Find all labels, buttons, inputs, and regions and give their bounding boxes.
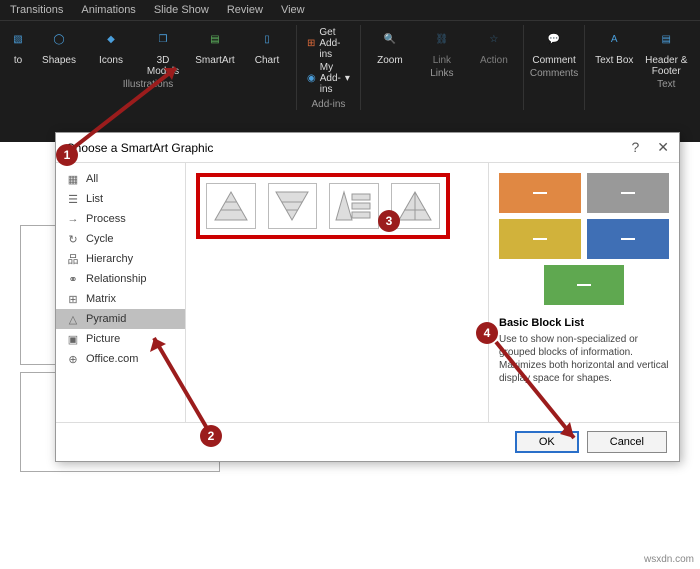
preview-block bbox=[587, 219, 669, 259]
annotation-4: 4 bbox=[476, 322, 498, 344]
chart-icon: ▯ bbox=[253, 25, 281, 53]
list-icon: ☰ bbox=[66, 192, 80, 206]
textbox-button[interactable]: AText Box bbox=[591, 25, 637, 77]
arrow-1 bbox=[68, 62, 188, 152]
layout-pyramid-list[interactable] bbox=[329, 183, 379, 229]
cat-process[interactable]: →Process bbox=[56, 209, 185, 229]
link-icon: ⛓ bbox=[428, 25, 456, 53]
link-button[interactable]: ⛓Link bbox=[419, 25, 465, 66]
action-icon: ☆ bbox=[480, 25, 508, 53]
matrix-icon: ⊞ bbox=[66, 292, 80, 306]
get-addins-button[interactable]: ⊞Get Add-ins bbox=[307, 27, 350, 60]
tab-transitions[interactable]: Transitions bbox=[10, 4, 63, 16]
cat-hierarchy[interactable]: 品Hierarchy bbox=[56, 249, 185, 269]
cat-pyramid[interactable]: △Pyramid bbox=[56, 309, 185, 329]
group-label-links: Links bbox=[430, 68, 453, 79]
store-icon: ⊞ bbox=[307, 38, 315, 49]
layout-selection bbox=[196, 173, 450, 239]
layout-inverted-pyramid[interactable] bbox=[268, 183, 318, 229]
group-label-addins: Add-ins bbox=[311, 99, 345, 110]
preview-block bbox=[499, 173, 581, 213]
watermark: wsxdn.com bbox=[644, 554, 694, 565]
group-comments: 💬Comment Comments bbox=[524, 25, 585, 110]
action-button[interactable]: ☆Action bbox=[471, 25, 517, 66]
cube-icon: ❒ bbox=[149, 25, 177, 53]
pyramid-list-icon bbox=[334, 188, 374, 224]
zoom-icon: 🔍 bbox=[376, 25, 404, 53]
icons-icon: ◆ bbox=[97, 25, 125, 53]
preview-graphic bbox=[499, 173, 669, 305]
preview-block bbox=[544, 265, 624, 305]
arrow-4 bbox=[492, 338, 592, 448]
pyramid-icon: △ bbox=[66, 312, 80, 326]
group-links: 🔍Zoom ⛓Link ☆Action Links bbox=[361, 25, 524, 110]
picture-icon: ▣ bbox=[66, 332, 80, 346]
help-button[interactable]: ? bbox=[631, 139, 639, 156]
header-footer-button[interactable]: ▤Header & Footer bbox=[643, 25, 689, 77]
all-icon: ▦ bbox=[66, 172, 80, 186]
annotation-2: 2 bbox=[200, 425, 222, 447]
arrow-2 bbox=[148, 330, 218, 440]
tab-slideshow[interactable]: Slide Show bbox=[154, 4, 209, 16]
group-addins: ⊞Get Add-ins ◉My Add-ins ▾ Add-ins bbox=[297, 25, 361, 110]
group-label-text: Text bbox=[657, 79, 675, 90]
my-addins-button[interactable]: ◉My Add-ins ▾ bbox=[307, 62, 350, 95]
chart-button[interactable]: ▯Chart bbox=[244, 25, 290, 77]
photo-icon: ▧ bbox=[4, 25, 32, 53]
comment-icon: 💬 bbox=[540, 25, 568, 53]
annotation-3: 3 bbox=[378, 210, 400, 232]
photo-button[interactable]: ▧to bbox=[6, 25, 30, 77]
chevron-down-icon: ▾ bbox=[345, 73, 350, 84]
tab-view[interactable]: View bbox=[281, 4, 305, 16]
pyramid-up-icon bbox=[211, 188, 251, 224]
relationship-icon: ⚭ bbox=[66, 272, 80, 286]
close-button[interactable]: ✕ bbox=[657, 139, 669, 156]
ribbon-tabs: Transitions Animations Slide Show Review… bbox=[0, 0, 700, 21]
segmented-pyramid-icon bbox=[395, 188, 435, 224]
hierarchy-icon: 品 bbox=[66, 252, 80, 266]
cycle-icon: ↻ bbox=[66, 232, 80, 246]
preview-block bbox=[587, 173, 669, 213]
zoom-button[interactable]: 🔍Zoom bbox=[367, 25, 413, 66]
process-icon: → bbox=[66, 212, 80, 226]
tab-animations[interactable]: Animations bbox=[81, 4, 135, 16]
shapes-icon: ◯ bbox=[45, 25, 73, 53]
group-text: AText Box ▤Header & Footer AWordArt Text bbox=[585, 25, 700, 110]
textbox-icon: A bbox=[600, 25, 628, 53]
comment-button[interactable]: 💬Comment bbox=[531, 25, 577, 66]
office-icon: ⊕ bbox=[66, 352, 80, 366]
smartart-icon: ▤ bbox=[201, 25, 229, 53]
pyramid-down-icon bbox=[272, 188, 312, 224]
preview-title: Basic Block List bbox=[499, 317, 669, 329]
cat-cycle[interactable]: ↻Cycle bbox=[56, 229, 185, 249]
cat-list[interactable]: ☰List bbox=[56, 189, 185, 209]
cat-all[interactable]: ▦All bbox=[56, 169, 185, 189]
layout-basic-pyramid[interactable] bbox=[206, 183, 256, 229]
wordart-button[interactable]: AWordArt bbox=[695, 25, 700, 77]
tab-review[interactable]: Review bbox=[227, 4, 263, 16]
cat-matrix[interactable]: ⊞Matrix bbox=[56, 289, 185, 309]
layout-gallery bbox=[186, 163, 489, 422]
annotation-1: 1 bbox=[56, 144, 78, 166]
preview-block bbox=[499, 219, 581, 259]
smartart-button[interactable]: ▤SmartArt bbox=[192, 25, 238, 77]
cancel-button[interactable]: Cancel bbox=[587, 431, 667, 453]
cat-relationship[interactable]: ⚭Relationship bbox=[56, 269, 185, 289]
group-label-comments: Comments bbox=[530, 68, 578, 79]
header-icon: ▤ bbox=[652, 25, 680, 53]
addin-icon: ◉ bbox=[307, 73, 316, 84]
